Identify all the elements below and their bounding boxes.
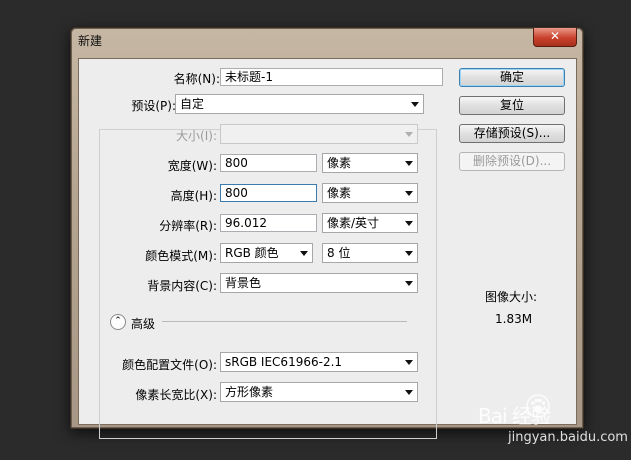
preset-select[interactable]: 自定 — [175, 94, 424, 114]
reset-button[interactable]: 复位 — [459, 96, 565, 115]
delete-preset-button: 删除预设(D)... — [459, 152, 565, 171]
ok-button[interactable]: 确定 — [459, 68, 565, 87]
color-mode-select[interactable]: RGB 颜色 — [220, 243, 313, 263]
size-label: 大小(I): — [176, 129, 217, 143]
background-value: 背景色 — [225, 276, 262, 290]
preset-value: 自定 — [180, 97, 205, 111]
width-input[interactable]: 800 — [220, 154, 317, 172]
watermark-brand: Bai 经验 — [478, 404, 551, 428]
chevron-down-icon — [405, 161, 413, 166]
size-select — [220, 124, 418, 144]
chevron-down-icon — [405, 251, 413, 256]
pixel-aspect-select[interactable]: 方形像素 — [220, 382, 418, 402]
close-button[interactable]: ✕ — [533, 28, 577, 47]
height-unit-value: 像素 — [327, 186, 352, 200]
color-mode-label: 颜色模式(M): — [145, 249, 217, 263]
color-profile-label: 颜色配置文件(O): — [122, 358, 217, 372]
chevron-down-icon — [405, 132, 413, 137]
watermark-url: jingyan.baidu.com — [508, 430, 628, 445]
image-size-label: 图像大小: — [485, 290, 538, 304]
dialog-title: 新建 — [78, 34, 103, 48]
height-label: 高度(H): — [170, 189, 217, 203]
resolution-label: 分辨率(R): — [159, 219, 217, 233]
advanced-divider — [162, 321, 407, 322]
background-label: 背景内容(C): — [147, 279, 217, 293]
dialog-body: 名称(N): 未标题-1 预设(P): 自定 大小(I): 宽度(W): 800… — [78, 58, 577, 439]
resolution-unit-select[interactable]: 像素/英寸 — [322, 213, 418, 233]
background-select[interactable]: 背景色 — [220, 273, 418, 293]
color-profile-value: sRGB IEC61966-2.1 — [225, 355, 343, 369]
preset-label: 预设(P): — [128, 97, 176, 114]
height-input[interactable]: 800 — [220, 184, 317, 202]
name-label: 名称(N): — [173, 72, 220, 86]
resolution-input[interactable]: 96.012 — [220, 214, 317, 232]
name-input[interactable]: 未标题-1 — [220, 68, 443, 86]
color-mode-value: RGB 颜色 — [225, 246, 279, 260]
width-label: 宽度(W): — [167, 159, 217, 173]
resolution-unit-value: 像素/英寸 — [327, 216, 380, 230]
pixel-aspect-value: 方形像素 — [225, 385, 274, 399]
chevron-down-icon — [300, 251, 308, 256]
width-unit-value: 像素 — [327, 156, 352, 170]
save-preset-button[interactable]: 存储预设(S)... — [459, 124, 565, 143]
height-unit-select[interactable]: 像素 — [322, 183, 418, 203]
chevron-down-icon — [405, 221, 413, 226]
bit-depth-select[interactable]: 8 位 — [322, 243, 418, 263]
width-unit-select[interactable]: 像素 — [322, 153, 418, 173]
new-document-dialog: 新建 ✕ 名称(N): 未标题-1 预设(P): 自定 大小(I): 宽度(W)… — [70, 27, 584, 439]
chevron-down-icon — [405, 191, 413, 196]
advanced-label: 高级 — [131, 317, 156, 331]
advanced-toggle-button[interactable]: ⌃ — [110, 314, 126, 330]
bit-depth-value: 8 位 — [327, 246, 351, 260]
title-bar[interactable]: 新建 ✕ — [71, 28, 583, 50]
chevron-down-icon — [411, 102, 419, 107]
pixel-aspect-label: 像素长宽比(X): — [135, 388, 217, 402]
chevron-down-icon — [405, 281, 413, 286]
chevron-down-icon — [405, 360, 413, 365]
chevron-up-icon: ⌃ — [114, 316, 122, 326]
image-size-value: 1.83M — [495, 312, 533, 326]
chevron-down-icon — [405, 390, 413, 395]
color-profile-select[interactable]: sRGB IEC61966-2.1 — [220, 352, 418, 372]
